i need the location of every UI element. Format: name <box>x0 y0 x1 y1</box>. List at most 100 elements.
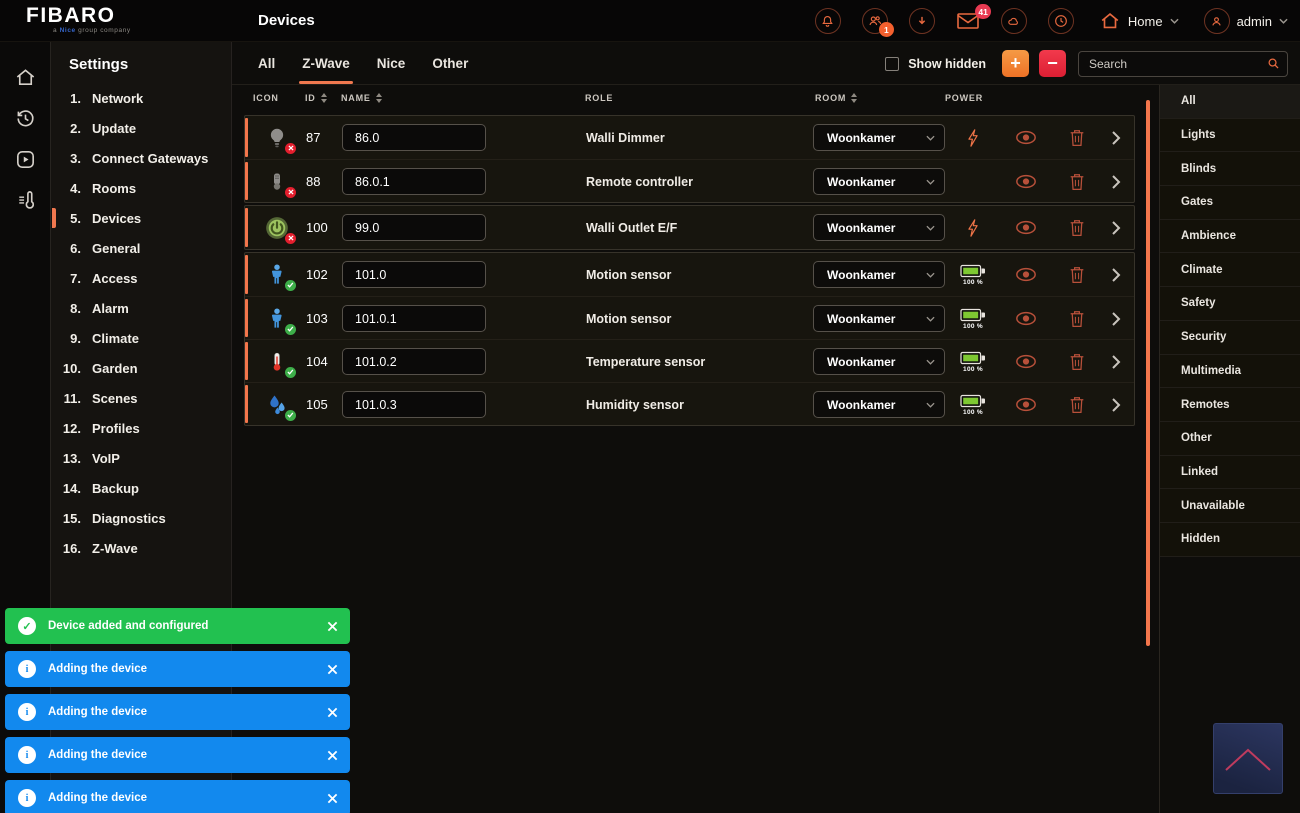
filter-item[interactable]: All <box>1160 85 1300 119</box>
filter-item[interactable]: Security <box>1160 321 1300 355</box>
device-tab[interactable]: Other <box>432 42 468 84</box>
scroll-to-top-button[interactable] <box>1213 723 1283 794</box>
filter-item[interactable]: Multimedia <box>1160 355 1300 389</box>
weather-icon[interactable] <box>1001 8 1027 34</box>
delete-device-icon[interactable] <box>1069 160 1091 203</box>
user-menu[interactable]: admin <box>1204 8 1288 34</box>
filter-item[interactable]: Blinds <box>1160 152 1300 186</box>
delete-device-icon[interactable] <box>1069 383 1091 426</box>
visibility-toggle-icon[interactable] <box>1015 253 1041 296</box>
visibility-toggle-icon[interactable] <box>1015 383 1041 426</box>
filter-item[interactable]: Remotes <box>1160 388 1300 422</box>
add-device-button[interactable]: + <box>1002 50 1029 77</box>
settings-menu-item[interactable]: 14. Backup <box>51 473 231 503</box>
filter-item[interactable]: Unavailable <box>1160 489 1300 523</box>
settings-menu-item[interactable]: 15. Diagnostics <box>51 503 231 533</box>
remove-device-button[interactable]: − <box>1039 50 1066 77</box>
delete-device-icon[interactable] <box>1069 253 1091 296</box>
visibility-toggle-icon[interactable] <box>1015 340 1041 383</box>
device-name-input[interactable] <box>342 214 486 241</box>
toast-close-icon[interactable] <box>327 707 338 718</box>
home-nav-icon[interactable] <box>14 66 37 89</box>
room-select[interactable]: Woonkamer <box>813 214 945 241</box>
settings-menu-item[interactable]: 13. VoIP <box>51 443 231 473</box>
device-name-input[interactable] <box>342 124 486 151</box>
settings-menu-item[interactable]: 9. Climate <box>51 323 231 353</box>
settings-menu-item[interactable]: 8. Alarm <box>51 293 231 323</box>
show-hidden-checkbox[interactable] <box>885 57 899 71</box>
column-header-name[interactable]: NAME <box>341 93 382 103</box>
column-header-role[interactable]: ROLE <box>585 93 613 103</box>
device-name-input[interactable] <box>342 348 486 375</box>
filter-item[interactable]: Other <box>1160 422 1300 456</box>
settings-menu-item[interactable]: 3. Connect Gateways <box>51 143 231 173</box>
row-expand-chevron[interactable] <box>1111 340 1129 383</box>
room-select[interactable]: Woonkamer <box>813 261 945 288</box>
filter-item[interactable]: Lights <box>1160 119 1300 153</box>
filter-item[interactable]: Safety <box>1160 287 1300 321</box>
row-expand-chevron[interactable] <box>1111 297 1129 340</box>
room-select[interactable]: Woonkamer <box>813 348 945 375</box>
settings-menu-item[interactable]: 5. Devices <box>51 203 231 233</box>
device-name-input[interactable] <box>342 168 486 195</box>
search-input[interactable] <box>1078 51 1288 77</box>
settings-menu-item[interactable]: 16. Z-Wave <box>51 533 231 563</box>
video-icon[interactable] <box>14 148 37 171</box>
table-scrollbar[interactable] <box>1146 100 1150 646</box>
column-header-id[interactable]: ID <box>305 93 327 103</box>
room-select[interactable]: Woonkamer <box>813 168 945 195</box>
download-icon[interactable] <box>909 8 935 34</box>
settings-menu-item[interactable]: 6. General <box>51 233 231 263</box>
row-expand-chevron[interactable] <box>1111 160 1129 203</box>
home-selector[interactable]: Home <box>1099 10 1179 32</box>
column-header-power[interactable]: POWER <box>945 93 983 103</box>
delete-device-icon[interactable] <box>1069 340 1091 383</box>
delete-device-icon[interactable] <box>1069 116 1091 159</box>
clock-icon[interactable] <box>1048 8 1074 34</box>
row-expand-chevron[interactable] <box>1111 116 1129 159</box>
device-error-badge <box>285 233 296 244</box>
climate-icon[interactable] <box>14 189 37 212</box>
alarm-bell-icon[interactable] <box>815 8 841 34</box>
mail-icon[interactable]: 41 <box>956 11 980 31</box>
settings-menu-item[interactable]: 11. Scenes <box>51 383 231 413</box>
device-name-input[interactable] <box>342 261 486 288</box>
delete-device-icon[interactable] <box>1069 297 1091 340</box>
row-expand-chevron[interactable] <box>1111 206 1129 249</box>
menu-item-label: Garden <box>92 361 138 376</box>
visibility-toggle-icon[interactable] <box>1015 297 1041 340</box>
settings-menu-item[interactable]: 2. Update <box>51 113 231 143</box>
device-name-input[interactable] <box>342 391 486 418</box>
delete-device-icon[interactable] <box>1069 206 1091 249</box>
history-icon[interactable] <box>14 107 37 130</box>
row-expand-chevron[interactable] <box>1111 253 1129 296</box>
visibility-toggle-icon[interactable] <box>1015 206 1041 249</box>
settings-menu-item[interactable]: 7. Access <box>51 263 231 293</box>
toast-close-icon[interactable] <box>327 793 338 804</box>
settings-menu-item[interactable]: 10. Garden <box>51 353 231 383</box>
toast-close-icon[interactable] <box>327 664 338 675</box>
filter-item[interactable]: Ambience <box>1160 220 1300 254</box>
toast-close-icon[interactable] <box>327 621 338 632</box>
settings-menu-item[interactable]: 1. Network <box>51 83 231 113</box>
users-icon[interactable]: 1 <box>862 8 888 34</box>
filter-item[interactable]: Linked <box>1160 456 1300 490</box>
room-select[interactable]: Woonkamer <box>813 305 945 332</box>
filter-item[interactable]: Climate <box>1160 253 1300 287</box>
visibility-toggle-icon[interactable] <box>1015 160 1041 203</box>
device-name-input[interactable] <box>342 305 486 332</box>
filter-item[interactable]: Gates <box>1160 186 1300 220</box>
device-tab[interactable]: Z-Wave <box>302 42 350 84</box>
room-select[interactable]: Woonkamer <box>813 391 945 418</box>
visibility-toggle-icon[interactable] <box>1015 116 1041 159</box>
column-header-icon[interactable]: ICON <box>253 93 279 103</box>
settings-menu-item[interactable]: 12. Profiles <box>51 413 231 443</box>
toast-close-icon[interactable] <box>327 750 338 761</box>
device-tab[interactable]: All <box>258 42 275 84</box>
filter-item[interactable]: Hidden <box>1160 523 1300 557</box>
settings-menu-item[interactable]: 4. Rooms <box>51 173 231 203</box>
row-expand-chevron[interactable] <box>1111 383 1129 426</box>
room-select[interactable]: Woonkamer <box>813 124 945 151</box>
column-header-room[interactable]: ROOM <box>815 93 857 103</box>
device-tab[interactable]: Nice <box>377 42 406 84</box>
